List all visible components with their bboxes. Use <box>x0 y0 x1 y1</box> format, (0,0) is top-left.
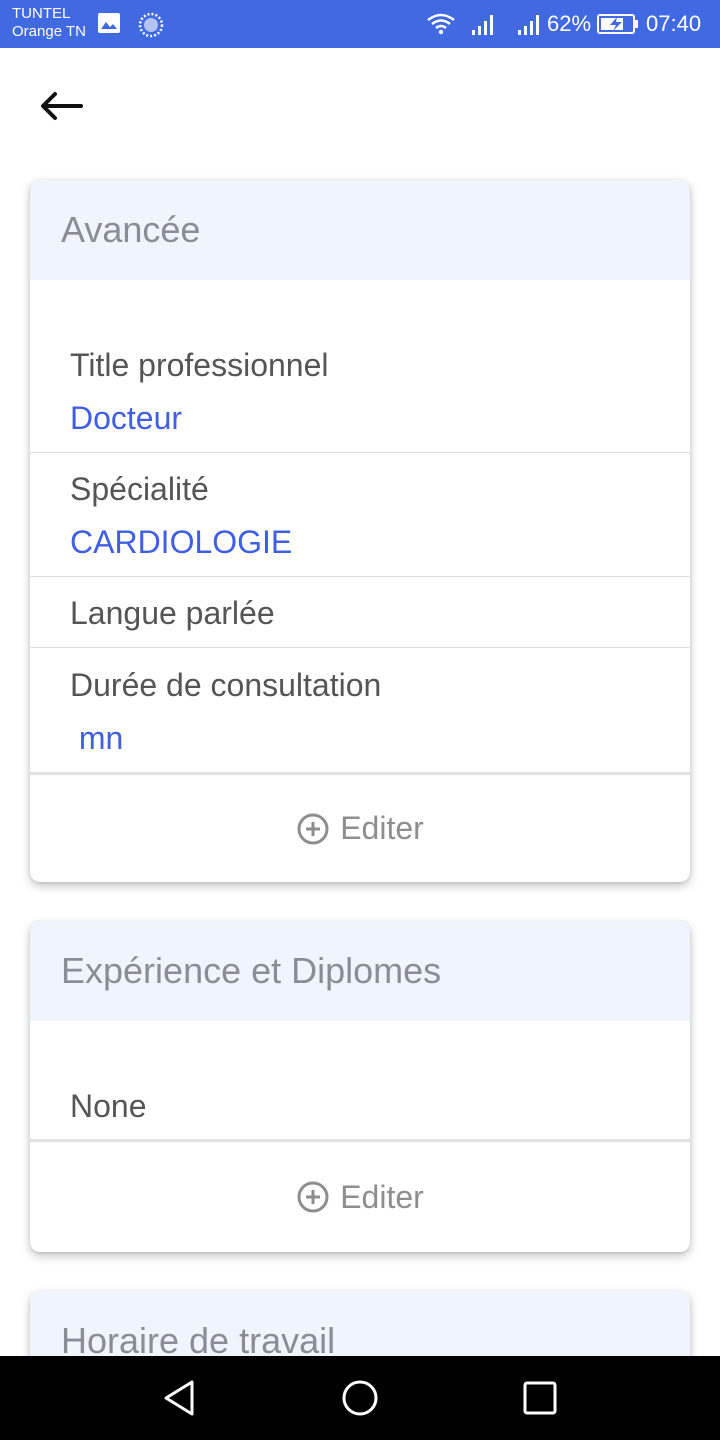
field-value: CARDIOLOGIE <box>70 524 293 560</box>
edit-label: Editer <box>340 1178 424 1215</box>
add-circle-icon <box>297 813 329 844</box>
card-title: Expérience et Diplomes <box>61 950 442 991</box>
field-value: mn <box>70 720 124 756</box>
signal-icon <box>518 15 539 35</box>
row-professional-title[interactable]: Title professionnel Docteur <box>30 332 690 453</box>
recents-square-icon[interactable] <box>516 1374 564 1422</box>
add-circle-icon <box>297 1181 329 1213</box>
status-bar: TUNTEL Orange TN 62% 07:40 <box>0 0 720 48</box>
wifi-icon <box>427 13 455 35</box>
field-label: Durée de consultation <box>70 667 382 703</box>
card-title: Avancée <box>61 209 201 250</box>
field-label: Title professionnel <box>70 347 329 383</box>
navigation-bar <box>0 1356 720 1440</box>
field-value: Docteur <box>70 400 183 436</box>
sync-icon <box>138 12 164 38</box>
card-header: Avancée <box>30 180 690 280</box>
back-triangle-icon[interactable] <box>156 1374 204 1422</box>
clock: 07:40 <box>646 11 702 36</box>
card-header: Expérience et Diplomes <box>30 921 690 1021</box>
edit-label: Editer <box>340 810 424 846</box>
signal-icon <box>472 15 493 35</box>
list-item: None <box>30 1086 690 1139</box>
row-consultation-duration[interactable]: Durée de consultation mn <box>30 648 690 772</box>
edit-button[interactable]: Editer <box>30 772 690 882</box>
experience-card: Expérience et Diplomes None Editer <box>30 921 690 1252</box>
home-circle-icon[interactable] <box>336 1374 384 1422</box>
field-label: Langue parlée <box>70 595 275 631</box>
item-text: None <box>70 1088 147 1124</box>
carrier-name: TUNTEL Orange TN <box>12 5 86 40</box>
advanced-card: Avancée Title professionnel Docteur Spéc… <box>30 180 690 882</box>
field-label: Spécialité <box>70 471 209 507</box>
battery-percent: 62% <box>547 11 592 36</box>
edit-button[interactable]: Editer <box>30 1139 690 1252</box>
row-spoken-language[interactable]: Langue parlée <box>30 577 690 648</box>
row-specialty[interactable]: Spécialité CARDIOLOGIE <box>30 453 690 577</box>
battery-charging-icon <box>597 14 638 34</box>
arrow-left-icon <box>41 92 83 120</box>
image-icon <box>98 13 120 33</box>
back-button[interactable] <box>36 86 86 126</box>
